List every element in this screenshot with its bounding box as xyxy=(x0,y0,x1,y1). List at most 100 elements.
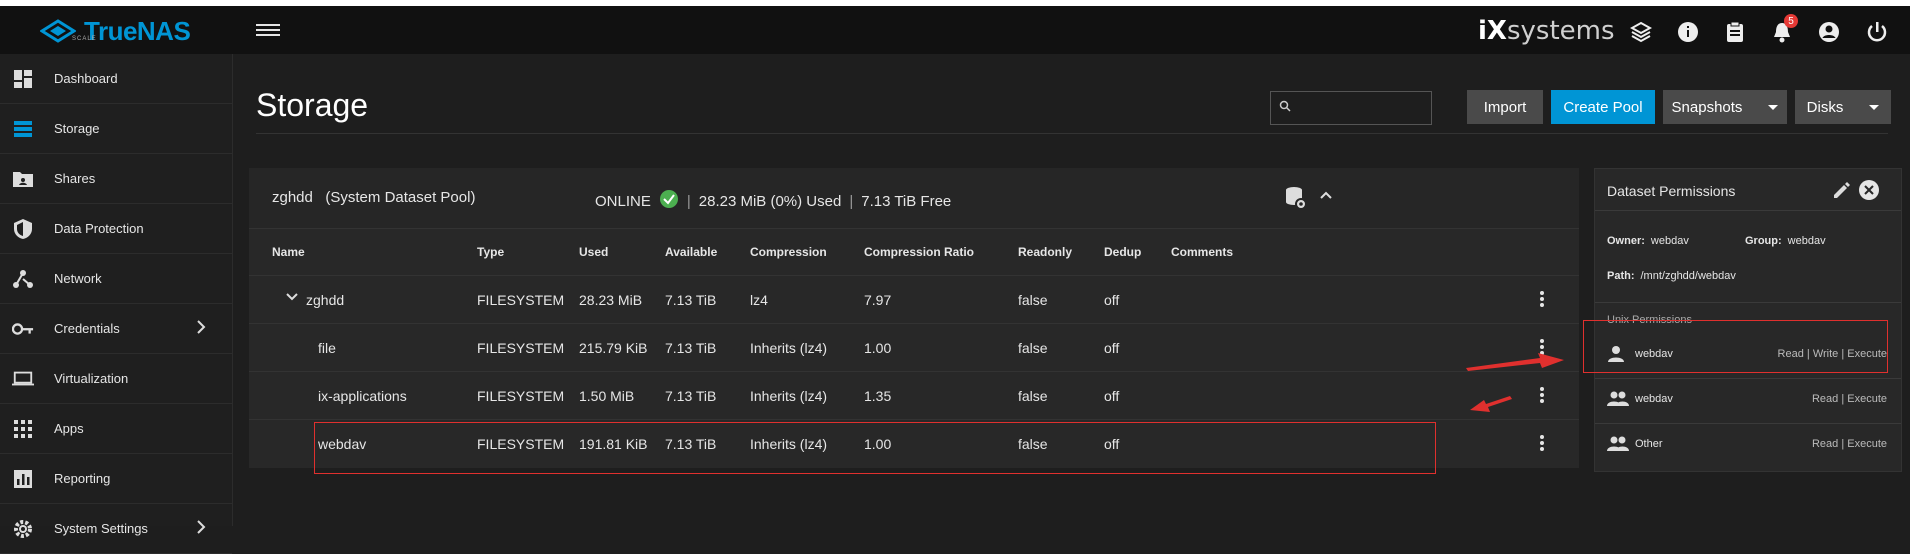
pool-name: zghdd xyxy=(272,189,313,206)
power-icon[interactable] xyxy=(1865,20,1889,44)
sidebar-item-label: Storage xyxy=(54,121,100,136)
table-row[interactable]: ix-applications FILESYSTEM 1.50 MiB 7.13… xyxy=(249,371,1579,420)
column-header: Used xyxy=(579,245,609,259)
column-header: Compression xyxy=(750,245,827,259)
divider: | xyxy=(686,192,691,210)
snapshots-button[interactable]: Snapshots xyxy=(1663,90,1787,124)
title-divider xyxy=(256,133,1888,134)
search-field[interactable] xyxy=(1270,91,1432,125)
column-header: Available xyxy=(665,245,718,259)
pool-header: zghdd (System Dataset Pool) ONLINE | 28.… xyxy=(249,168,1579,229)
import-button-label: Import xyxy=(1483,98,1527,116)
dataset-name: ix-applications xyxy=(318,388,407,404)
permission-rights: Read | Execute xyxy=(1811,393,1887,405)
sidebar-item-label: Dashboard xyxy=(54,71,118,86)
dataset-ratio: 7.97 xyxy=(864,292,892,308)
pool-tools xyxy=(1285,186,1333,215)
ixsystems-brand: iXsystems xyxy=(1478,16,1615,46)
more-vert-icon[interactable] xyxy=(1539,433,1545,453)
sidebar-item-data-protection[interactable]: Data Protection xyxy=(0,204,232,254)
search-input[interactable] xyxy=(1291,99,1415,117)
account-icon[interactable] xyxy=(1817,20,1841,44)
dataset-available: 7.13 TiB xyxy=(665,292,717,308)
import-button[interactable]: Import xyxy=(1467,90,1543,124)
sidebar-item-shares[interactable]: Shares xyxy=(0,154,232,204)
close-icon[interactable] xyxy=(1859,180,1879,200)
disks-button[interactable]: Disks xyxy=(1795,90,1891,124)
bell-icon[interactable]: 5 xyxy=(1770,14,1798,44)
column-header: Type xyxy=(477,245,505,259)
sidebar-item-virtualization[interactable]: Virtualization xyxy=(0,354,232,404)
snapshots-button-label: Snapshots xyxy=(1671,98,1743,116)
logo-text: TrueNAS xyxy=(84,16,191,46)
pool-settings-icon[interactable] xyxy=(1285,186,1307,215)
dataset-compression: lz4 xyxy=(750,292,768,308)
chevron-right-icon xyxy=(196,519,206,538)
brand-prefix: iX xyxy=(1478,16,1507,46)
highlight-box-owner-permission xyxy=(1583,320,1888,373)
dataset-ratio: 1.00 xyxy=(864,340,892,356)
table-row[interactable]: file FILESYSTEM 215.79 KiB 7.13 TiB Inhe… xyxy=(249,323,1579,372)
sidebar: Dashboard Storage Shares Data Protection… xyxy=(0,54,233,554)
dataset-name: zghdd xyxy=(306,292,345,308)
create-pool-button-label: Create Pool xyxy=(1563,98,1643,116)
menu-toggle-icon[interactable] xyxy=(256,21,280,41)
laptop-icon xyxy=(12,368,34,390)
dataset-used: 1.50 MiB xyxy=(579,388,635,404)
sidebar-item-label: Reporting xyxy=(54,471,111,486)
sidebar-item-storage[interactable]: Storage xyxy=(0,104,232,154)
dataset-readonly: false xyxy=(1018,292,1048,308)
sidebar-item-apps[interactable]: Apps xyxy=(0,404,232,454)
owner-label: Owner: xyxy=(1607,235,1645,247)
edit-icon[interactable] xyxy=(1831,181,1851,206)
more-vert-icon[interactable] xyxy=(1539,289,1545,309)
divider xyxy=(1595,210,1901,211)
sidebar-item-system-settings[interactable]: System Settings xyxy=(0,504,232,554)
chevron-down-icon[interactable] xyxy=(285,290,299,307)
sidebar-item-credentials[interactable]: Credentials xyxy=(0,304,232,354)
truenas-logo[interactable]: TrueNAS xyxy=(40,16,191,47)
pool-title: zghdd (System Dataset Pool) xyxy=(272,189,475,206)
permission-row-other: Other Read | Execute xyxy=(1595,423,1901,467)
key-icon xyxy=(12,318,34,340)
column-header: Comments xyxy=(1171,245,1234,259)
apps-grid-icon xyxy=(12,418,34,440)
group-label: Group: xyxy=(1745,235,1782,247)
dataset-dedup: off xyxy=(1104,292,1120,308)
group-field: Group: webdav xyxy=(1745,235,1826,247)
clipboard-icon[interactable] xyxy=(1723,20,1747,44)
create-pool-button[interactable]: Create Pool xyxy=(1551,90,1655,124)
info-icon[interactable] xyxy=(1676,20,1700,44)
truenas-logo-icon xyxy=(40,18,76,43)
group-icon xyxy=(1607,435,1629,458)
sidebar-item-reporting[interactable]: Reporting xyxy=(0,454,232,504)
search-icon xyxy=(1279,99,1291,117)
column-header: Name xyxy=(272,245,305,259)
dataset-name: file xyxy=(318,340,336,356)
sidebar-item-label: System Settings xyxy=(54,521,148,536)
pool-free: 7.13 TiB Free xyxy=(861,192,952,210)
path-field: Path: /mnt/zghdd/webdav xyxy=(1607,270,1736,282)
sidebar-item-network[interactable]: Network xyxy=(0,254,232,304)
column-header: Dedup xyxy=(1104,245,1142,259)
chevron-down-icon xyxy=(1869,104,1880,110)
table-row[interactable]: zghdd FILESYSTEM 28.23 MiB 7.13 TiB lz4 … xyxy=(249,275,1579,324)
sidebar-item-label: Data Protection xyxy=(54,221,144,236)
folder-share-icon xyxy=(12,168,34,190)
dataset-available: 7.13 TiB xyxy=(665,388,717,404)
dataset-used: 215.79 KiB xyxy=(579,340,648,356)
sidebar-item-label: Credentials xyxy=(54,321,120,336)
permissions-title: Dataset Permissions xyxy=(1607,183,1736,199)
sidebar-item-dashboard[interactable]: Dashboard xyxy=(0,54,232,104)
more-vert-icon[interactable] xyxy=(1539,385,1545,405)
logo-subtitle: SCALE xyxy=(72,36,97,42)
chevron-up-icon[interactable] xyxy=(1319,186,1333,215)
path-value: /mnt/zghdd/webdav xyxy=(1640,270,1736,282)
truecommand-icon[interactable] xyxy=(1629,20,1653,44)
sidebar-item-label: Apps xyxy=(54,421,84,436)
dataset-used: 28.23 MiB xyxy=(579,292,643,308)
dataset-ratio: 1.35 xyxy=(864,388,892,404)
red-arrow-right-icon xyxy=(1466,353,1564,371)
sidebar-item-label: Shares xyxy=(54,171,96,186)
dataset-compression: Inherits (lz4) xyxy=(750,340,828,356)
